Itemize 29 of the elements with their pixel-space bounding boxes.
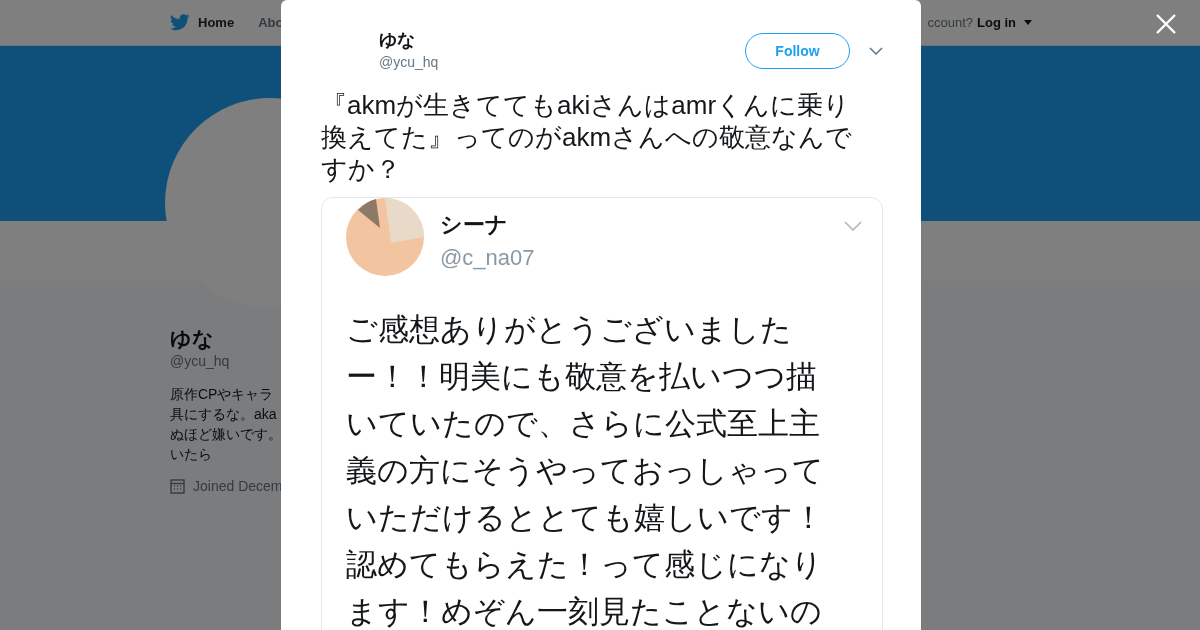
quoted-text-line: いただけるととても嬉しいです！ [346, 498, 824, 537]
quoted-handle: @c_na07 [440, 243, 536, 272]
bio-line: いたら [170, 445, 213, 465]
nav-link[interactable]: Home [198, 12, 235, 33]
quoted-text-line: いていたので、さらに公式至上主 [346, 404, 820, 443]
quoted-text-line: 義の方にそうやっておっしゃって [346, 451, 824, 490]
author-handle: @ycu_hq [379, 52, 440, 72]
profile-name: ゆな [170, 326, 215, 352]
caret-icon [1024, 20, 1032, 25]
quoted-name: シーナ [440, 210, 509, 239]
chevron-down-icon [844, 220, 862, 231]
login-link[interactable]: Log in [977, 12, 1020, 33]
bio-line: ぬほど嫌いです。 [170, 425, 283, 445]
author-name: ゆな [379, 30, 416, 52]
account-prompt: ccount? [927, 13, 973, 32]
close-icon[interactable] [1155, 13, 1177, 35]
profile-handle: @ycu_hq [170, 352, 231, 372]
chevron-down-icon[interactable] [869, 47, 883, 56]
quoted-text-line: ー！！明美にも敬意を払いつつ描 [346, 357, 817, 396]
follow-button[interactable]: Follow [745, 33, 850, 70]
quoted-text-line: 認めてもらえた！って感じになり [346, 545, 823, 584]
bio-line: 具にするな。aka [170, 405, 278, 425]
quoted-text-line: ます！めぞん一刻見たことないの [346, 592, 822, 630]
joined-date: Joined Decem [193, 477, 283, 497]
calendar-icon [170, 479, 185, 495]
tweet-text: 『akmが生きててもakiさんはamrくんに乗り換えてた』ってのがakmさんへの敬意なんですか？ [321, 88, 854, 185]
bird-icon [170, 14, 190, 31]
bio-line: 原作CPやキャラ [170, 385, 275, 405]
quoted-text-line: ご感想ありがとうございました [346, 310, 792, 349]
